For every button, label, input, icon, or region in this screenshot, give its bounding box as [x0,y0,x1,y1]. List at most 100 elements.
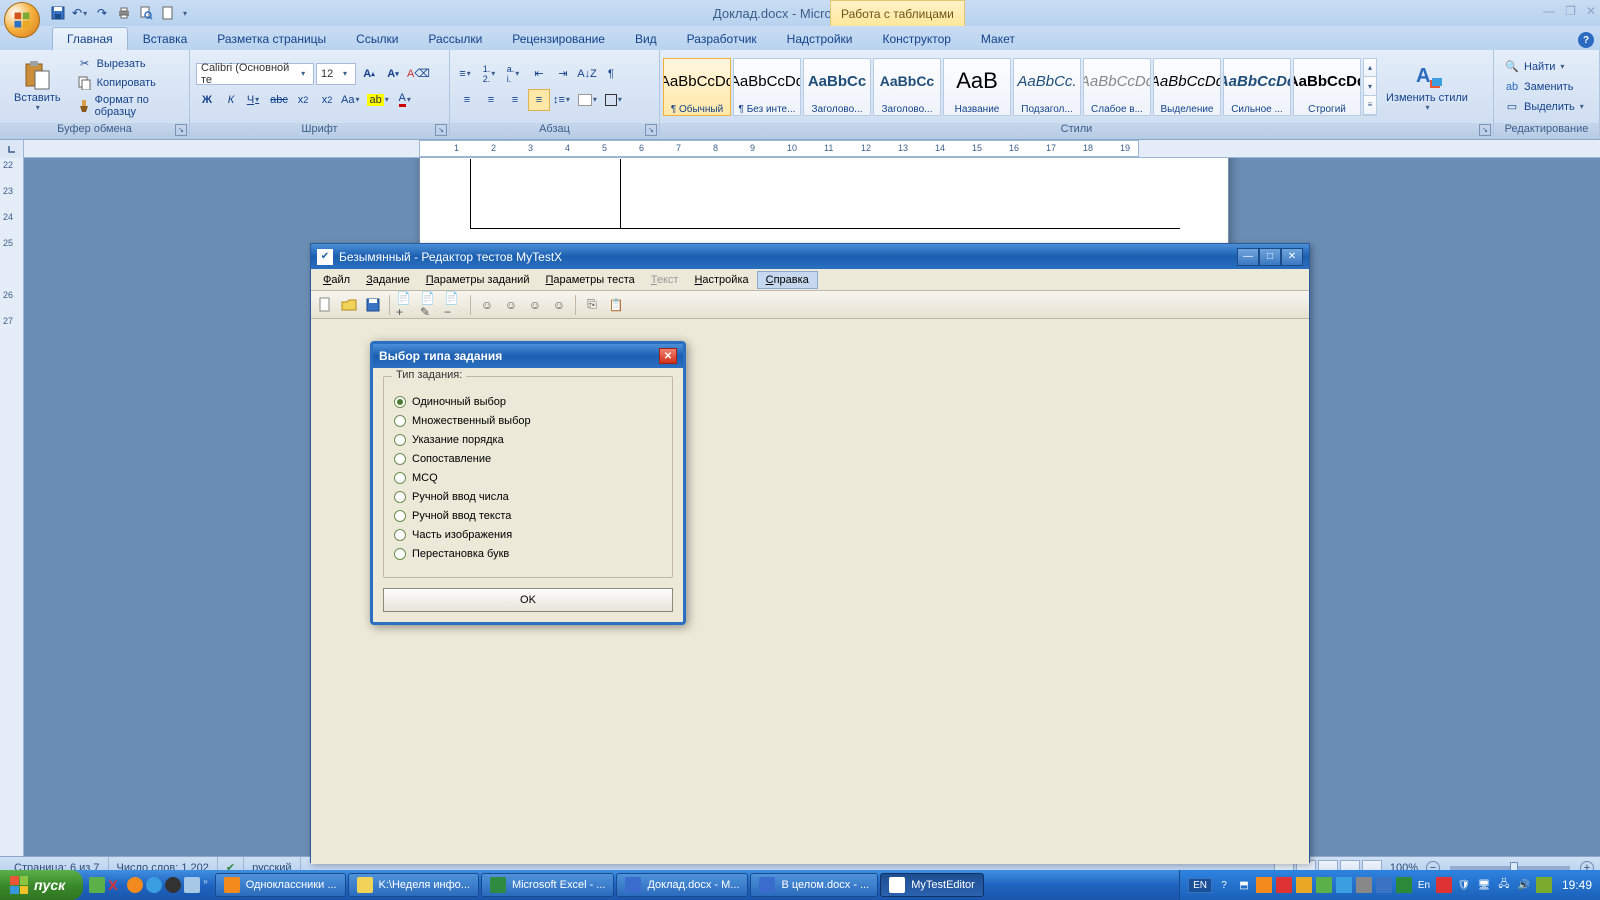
radio-option[interactable]: Ручной ввод числа [394,491,662,503]
taskbar-app-button[interactable]: Одноклассники ... [215,873,346,897]
ok-button[interactable]: OK [383,588,673,612]
clear-format-icon[interactable]: A⌫ [406,63,431,85]
underline-icon[interactable]: Ч▾ [244,89,266,111]
horizontal-ruler[interactable]: 12345678910111213141516171819 [24,140,1600,157]
mytestx-titlebar[interactable]: ✔ Безымянный - Редактор тестов MyTestX —… [311,244,1309,269]
ribbon-tab[interactable]: Разметка страницы [202,27,341,50]
tray-icon[interactable] [1316,877,1332,893]
close-icon[interactable]: ✕ [1586,4,1596,18]
qat-more-icon[interactable]: ▾ [183,9,191,18]
new-icon[interactable] [160,5,176,21]
paste-button[interactable]: Вставить▾ [6,58,69,115]
maximize-icon[interactable]: □ [1259,248,1281,266]
copy-button[interactable]: Копировать [73,74,183,92]
ribbon-tab[interactable]: Вид [620,27,672,50]
ql-icon[interactable] [89,877,105,893]
ql-icon[interactable] [184,877,200,893]
minimize-icon[interactable]: — [1543,4,1555,18]
taskbar-app-button[interactable]: Microsoft Excel - ... [481,873,615,897]
close-icon[interactable]: ✕ [1281,248,1303,266]
tray-icon[interactable] [1256,877,1272,893]
dialog-launcher-icon[interactable]: ↘ [645,124,657,136]
change-styles-button[interactable]: AИзменить стили▾ [1378,58,1476,115]
decrease-indent-icon[interactable]: ⇤ [528,63,550,85]
tab-selector[interactable] [0,140,24,158]
style-gallery-item[interactable]: AaBbCcDdСлабое в... [1083,58,1151,116]
ribbon-tab[interactable]: Разработчик [672,27,772,50]
ql-icon[interactable] [165,877,181,893]
align-center-icon[interactable]: ≡ [480,89,502,111]
sort-icon[interactable]: A↓Z [576,63,598,85]
dialog-launcher-icon[interactable]: ↘ [1479,124,1491,136]
numbering-icon[interactable]: 1.2.▾ [480,63,502,85]
help-icon[interactable]: ? [1578,32,1594,48]
style-gallery-item[interactable]: AaBbCcDd¶ Без инте... [733,58,801,116]
ribbon-tab[interactable]: Вставка [128,27,203,50]
tray-icon[interactable]: ? [1216,877,1232,893]
shrink-font-icon[interactable]: A▾ [382,63,404,85]
line-spacing-icon[interactable]: ↕≡▾ [552,89,575,111]
tray-icon[interactable] [1296,877,1312,893]
subscript-icon[interactable]: x2 [292,89,314,111]
delete-item-icon[interactable]: 📄− [444,295,464,315]
ribbon-tab[interactable]: Макет [966,27,1030,50]
redo-icon[interactable]: ↷ [94,5,110,21]
language-indicator[interactable]: EN [1188,878,1212,893]
radio-option[interactable]: Сопоставление [394,453,662,465]
change-case-icon[interactable]: Aa▾ [340,89,364,111]
tray-icon[interactable]: 🖧 [1496,877,1512,893]
menu-item[interactable]: Параметры теста [537,272,642,288]
taskbar-app-button[interactable]: MyTestEditor [880,873,984,897]
radio-option[interactable]: Указание порядка [394,434,662,446]
format-painter-button[interactable]: Формат по образцу [73,93,183,119]
select-button[interactable]: ▭Выделить▾ [1500,98,1593,116]
tray-icon[interactable] [1336,877,1352,893]
tray-icon[interactable]: 🖥 [1476,877,1492,893]
font-size-combo[interactable]: 12▾ [316,63,356,85]
ql-icon[interactable] [127,877,143,893]
tray-icon[interactable] [1536,877,1552,893]
tray-icon[interactable] [1436,877,1452,893]
preview-icon[interactable] [138,5,154,21]
menu-item[interactable]: Файл [315,272,358,288]
dialog-launcher-icon[interactable]: ↘ [175,124,187,136]
style-gallery-item[interactable]: AaBbCcDdСтрогий [1293,58,1361,116]
start-button[interactable]: пуск [0,870,83,900]
tray-icon[interactable] [1396,877,1412,893]
emoji-3-icon[interactable]: ☺ [525,295,545,315]
ribbon-tab[interactable]: Главная [52,27,128,50]
menu-item[interactable]: Справка [757,271,818,289]
menu-item[interactable]: Параметры заданий [418,272,538,288]
justify-icon[interactable]: ≡ [528,89,550,111]
style-gallery-item[interactable]: AaBbCc.Подзагол... [1013,58,1081,116]
style-gallery-item[interactable]: AaBbCcDd¶ Обычный [663,58,731,116]
strike-icon[interactable]: abc [268,89,290,111]
clock[interactable]: 19:49 [1562,878,1592,892]
save-icon[interactable] [50,5,66,21]
highlight-icon[interactable]: ab▾ [366,89,393,111]
style-gallery-item[interactable]: AaBНазвание [943,58,1011,116]
taskbar-app-button[interactable]: Доклад.docx - M... [616,873,748,897]
radio-option[interactable]: Часть изображения [394,529,662,541]
style-gallery-item[interactable]: AaBbCcDdСильное ... [1223,58,1291,116]
style-gallery-item[interactable]: AaBbCcDdВыделение [1153,58,1221,116]
zoom-slider[interactable] [1450,866,1570,870]
style-gallery-item[interactable]: AaBbCcЗаголово... [803,58,871,116]
align-right-icon[interactable]: ≡ [504,89,526,111]
emoji-1-icon[interactable]: ☺ [477,295,497,315]
font-name-combo[interactable]: Calibri (Основной те▾ [196,63,314,85]
shading-icon[interactable]: ▾ [577,89,602,111]
cut-button[interactable]: ✂Вырезать [73,55,183,73]
radio-option[interactable]: Ручной ввод текста [394,510,662,522]
copy-icon[interactable]: ⎘ [582,295,602,315]
ribbon-tab[interactable]: Рассылки [413,27,497,50]
radio-option[interactable]: MCQ [394,472,662,484]
ribbon-tab[interactable]: Рецензирование [497,27,620,50]
superscript-icon[interactable]: x2 [316,89,338,111]
ql-icon[interactable] [146,877,162,893]
radio-option[interactable]: Перестановка букв [394,548,662,560]
bullets-icon[interactable]: ≡▾ [456,63,478,85]
show-marks-icon[interactable]: ¶ [600,63,622,85]
borders-icon[interactable]: ▾ [604,89,627,111]
tray-icon[interactable]: 🛡 [1456,877,1472,893]
